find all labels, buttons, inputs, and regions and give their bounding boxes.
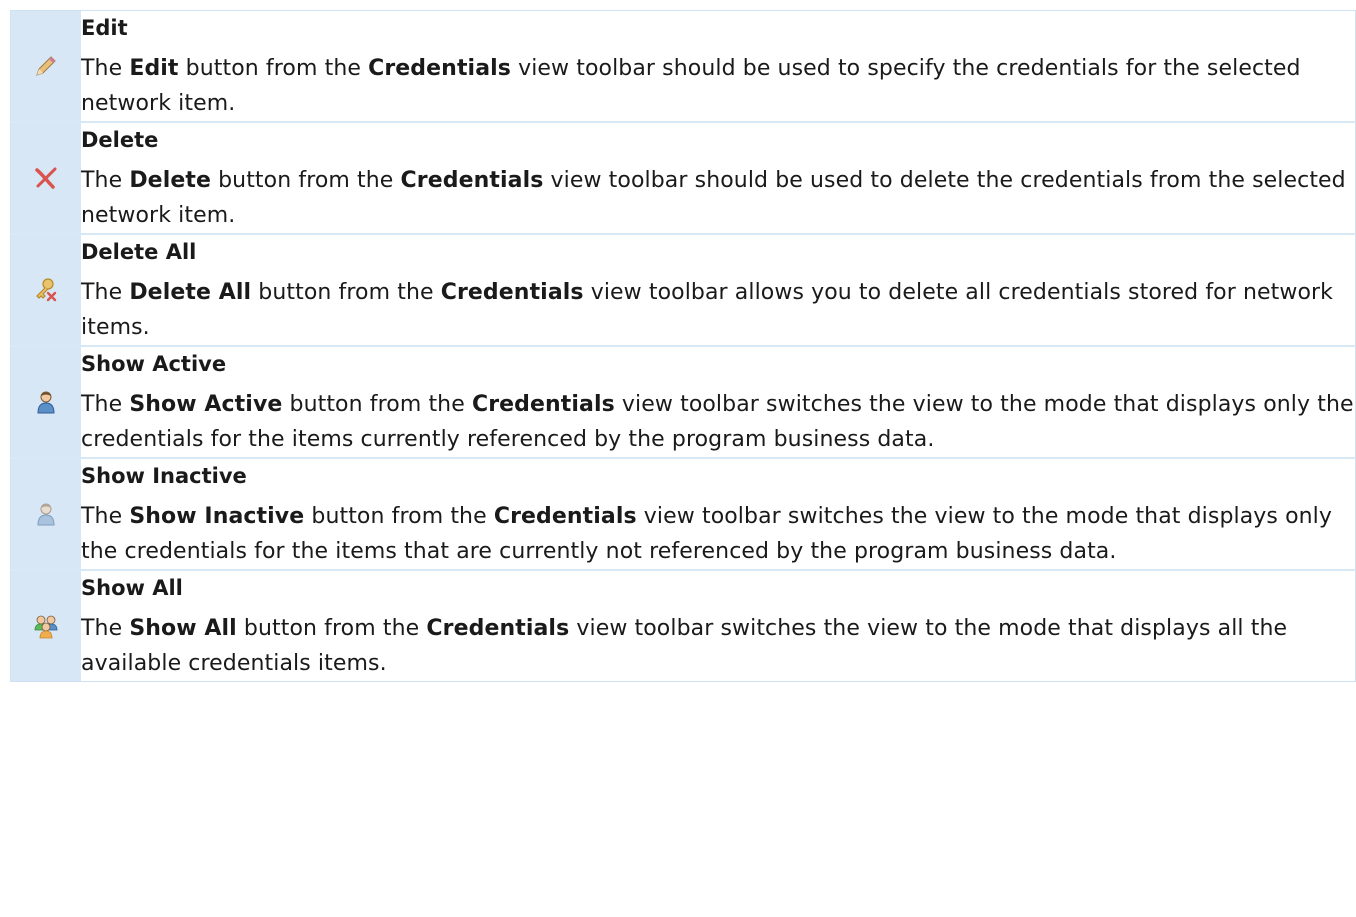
- row-title: Show Inactive: [81, 464, 247, 488]
- desc-text: The: [81, 616, 130, 641]
- red-x-icon: [35, 167, 57, 189]
- row-title: Show Active: [81, 352, 227, 376]
- row-description: The Show Inactive button from the Creden…: [81, 499, 1355, 569]
- bold-term: Credentials: [493, 504, 637, 529]
- bold-term: Credentials: [440, 280, 584, 305]
- table-row: Delete All The Delete All button from th…: [10, 233, 1356, 346]
- bold-term: Show Active: [129, 392, 283, 417]
- desc-text: The: [81, 56, 130, 81]
- desc-text: The: [81, 392, 130, 417]
- bold-term: Show All: [129, 616, 237, 641]
- row-title: Delete All: [81, 240, 197, 264]
- desc-text: button from the: [304, 504, 494, 529]
- table-row: Edit The Edit button from the Credential…: [10, 10, 1356, 122]
- desc-text: button from the: [211, 168, 401, 193]
- bold-term: Edit: [129, 56, 179, 81]
- user-active-icon: [37, 391, 55, 414]
- row-description: The Edit button from the Credentials vie…: [81, 51, 1355, 121]
- key-delete-icon: [36, 278, 57, 302]
- table-row: Show All The Show All button from the Cr…: [10, 569, 1356, 682]
- desc-text: button from the: [282, 392, 472, 417]
- bold-term: Credentials: [400, 168, 544, 193]
- desc-text: The: [81, 504, 130, 529]
- pencil-icon: [36, 56, 56, 76]
- bold-term: Credentials: [426, 616, 570, 641]
- desc-text: The: [81, 168, 130, 193]
- desc-text: button from the: [236, 616, 427, 641]
- bold-term: Credentials: [471, 392, 615, 417]
- row-description: The Show Active button from the Credenti…: [81, 387, 1355, 457]
- table-row: Show Inactive The Show Inactive button f…: [10, 457, 1356, 570]
- users-group-icon: [34, 615, 58, 639]
- table-row: Delete The Delete button from the Creden…: [10, 121, 1356, 234]
- bold-term: Show Inactive: [129, 504, 305, 529]
- row-description: The Delete All button from the Credentia…: [81, 275, 1355, 345]
- desc-text: The: [81, 280, 130, 305]
- row-description: The Show All button from the Credentials…: [81, 611, 1355, 681]
- toolbar-buttons-table: Edit The Edit button from the Credential…: [10, 10, 1356, 682]
- bold-term: Delete: [129, 168, 211, 193]
- row-description: The Delete button from the Credentials v…: [81, 163, 1355, 233]
- desc-text: button from the: [251, 280, 441, 305]
- desc-text: button from the: [178, 56, 369, 81]
- bold-term: Credentials: [368, 56, 511, 81]
- bold-term: Delete All: [129, 280, 252, 305]
- table-row: Show Active The Show Active button from …: [10, 345, 1356, 458]
- row-title: Edit: [81, 16, 128, 40]
- row-title: Delete: [81, 128, 159, 152]
- user-inactive-icon: [37, 503, 55, 526]
- row-title: Show All: [81, 576, 183, 600]
